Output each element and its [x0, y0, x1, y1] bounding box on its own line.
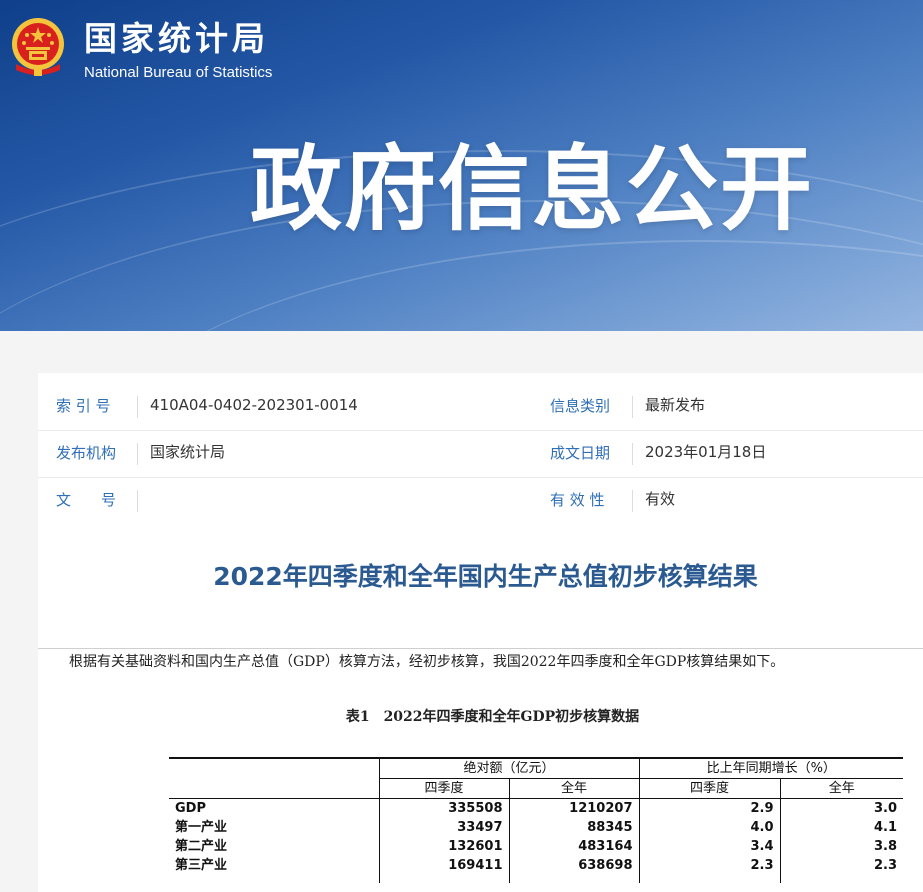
table-row: 第二产业 132601 483164 3.4 3.8	[169, 837, 903, 856]
growth-rate-header: 比上年同期增长（%）	[638, 757, 903, 779]
divider	[137, 396, 138, 418]
table-subheader-row: 四季度 全年 四季度 全年	[169, 778, 903, 799]
cell-value: 2.3	[638, 856, 780, 875]
cell-value: 2.3	[779, 856, 903, 875]
table-row-spacer	[169, 875, 903, 883]
cell-value: 3.4	[638, 837, 780, 856]
index-number-label: 索 引 号	[56, 397, 111, 415]
info-row: 发布机构 国家统计局 成文日期 2023年01月18日	[38, 430, 923, 478]
divider	[632, 443, 633, 465]
subheader-year-amount: 全年	[508, 778, 639, 799]
validity-label: 有 效 性	[550, 491, 605, 509]
divider	[137, 443, 138, 465]
banner-title: 政府信息公开	[250, 136, 815, 243]
row-name: 第三产业	[175, 858, 228, 873]
info-row: 索 引 号 410A04-0402-202301-0014 信息类别 最新发布	[38, 383, 923, 431]
info-row: 文 号 有 效 性 有效	[38, 477, 923, 524]
article-intro-paragraph: 根据有关基础资料和国内生产总值（GDP）核算方法，经初步核算，我国2022年四季…	[69, 654, 785, 670]
site-name-chinese[interactable]: 国家统计局	[84, 12, 269, 60]
cell-value: 3.8	[779, 837, 903, 856]
table-caption: 表1 2022年四季度和全年GDP初步核算数据	[345, 709, 640, 725]
cell-value: 4.0	[638, 818, 780, 837]
title-divider	[38, 648, 923, 649]
absolute-value-header: 绝对额（亿元）	[378, 757, 639, 779]
table-row: 第一产业 33497 88345 4.0 4.1	[169, 818, 903, 837]
divider	[632, 396, 633, 418]
cell-value: 1210207	[508, 798, 639, 818]
cell-value: 4.1	[779, 818, 903, 837]
publisher-label: 发布机构	[56, 444, 117, 462]
document-info-card: 索 引 号 410A04-0402-202301-0014 信息类别 最新发布 …	[38, 373, 923, 523]
date-value: 2023年01月18日	[645, 443, 767, 461]
cell-value: 132601	[378, 837, 509, 856]
gdp-data-table: 绝对额（亿元） 比上年同期增长（%） 四季度 全年 四季度 全年 GDP 335…	[169, 757, 903, 883]
cell-value: 33497	[378, 818, 509, 837]
cell-value: 483164	[508, 837, 639, 856]
table-header-blank	[169, 757, 379, 779]
cell-value: 88345	[508, 818, 639, 837]
info-category-value: 最新发布	[645, 396, 706, 414]
index-number-value: 410A04-0402-202301-0014	[150, 396, 358, 414]
subheader-year-growth: 全年	[779, 778, 903, 799]
validity-value: 有效	[645, 490, 676, 508]
article-body: 2022年四季度和全年国内生产总值初步核算结果 根据有关基础资料和国内生产总值（…	[38, 523, 923, 892]
article-title: 2022年四季度和全年国内生产总值初步核算结果	[213, 562, 758, 591]
info-category-label: 信息类别	[550, 397, 611, 415]
divider	[137, 490, 138, 512]
row-name: GDP	[175, 801, 206, 816]
table-row: 第三产业 169411 638698 2.3 2.3	[169, 856, 903, 875]
row-name: 第一产业	[175, 820, 228, 835]
table-subheader-blank	[169, 778, 379, 799]
cell-value: 3.0	[779, 798, 903, 818]
cell-value: 638698	[508, 856, 639, 875]
subheader-q4-amount: 四季度	[378, 778, 509, 799]
publisher-value: 国家统计局	[150, 443, 226, 461]
header-banner: 国家统计局 National Bureau of Statistics 政府信息…	[0, 0, 923, 331]
national-emblem-icon[interactable]	[10, 16, 66, 78]
cell-value: 169411	[378, 856, 509, 875]
divider	[632, 490, 633, 512]
cell-value: 2.9	[638, 798, 780, 818]
table-row: GDP 335508 1210207 2.9 3.0	[169, 798, 903, 818]
document-number-label: 文 号	[56, 491, 117, 509]
subheader-q4-growth: 四季度	[638, 778, 780, 799]
table-header-row: 绝对额（亿元） 比上年同期增长（%）	[169, 757, 903, 779]
date-label: 成文日期	[550, 444, 611, 462]
row-name: 第二产业	[175, 839, 228, 854]
cell-value: 335508	[378, 798, 509, 818]
site-name-english[interactable]: National Bureau of Statistics	[84, 64, 272, 81]
